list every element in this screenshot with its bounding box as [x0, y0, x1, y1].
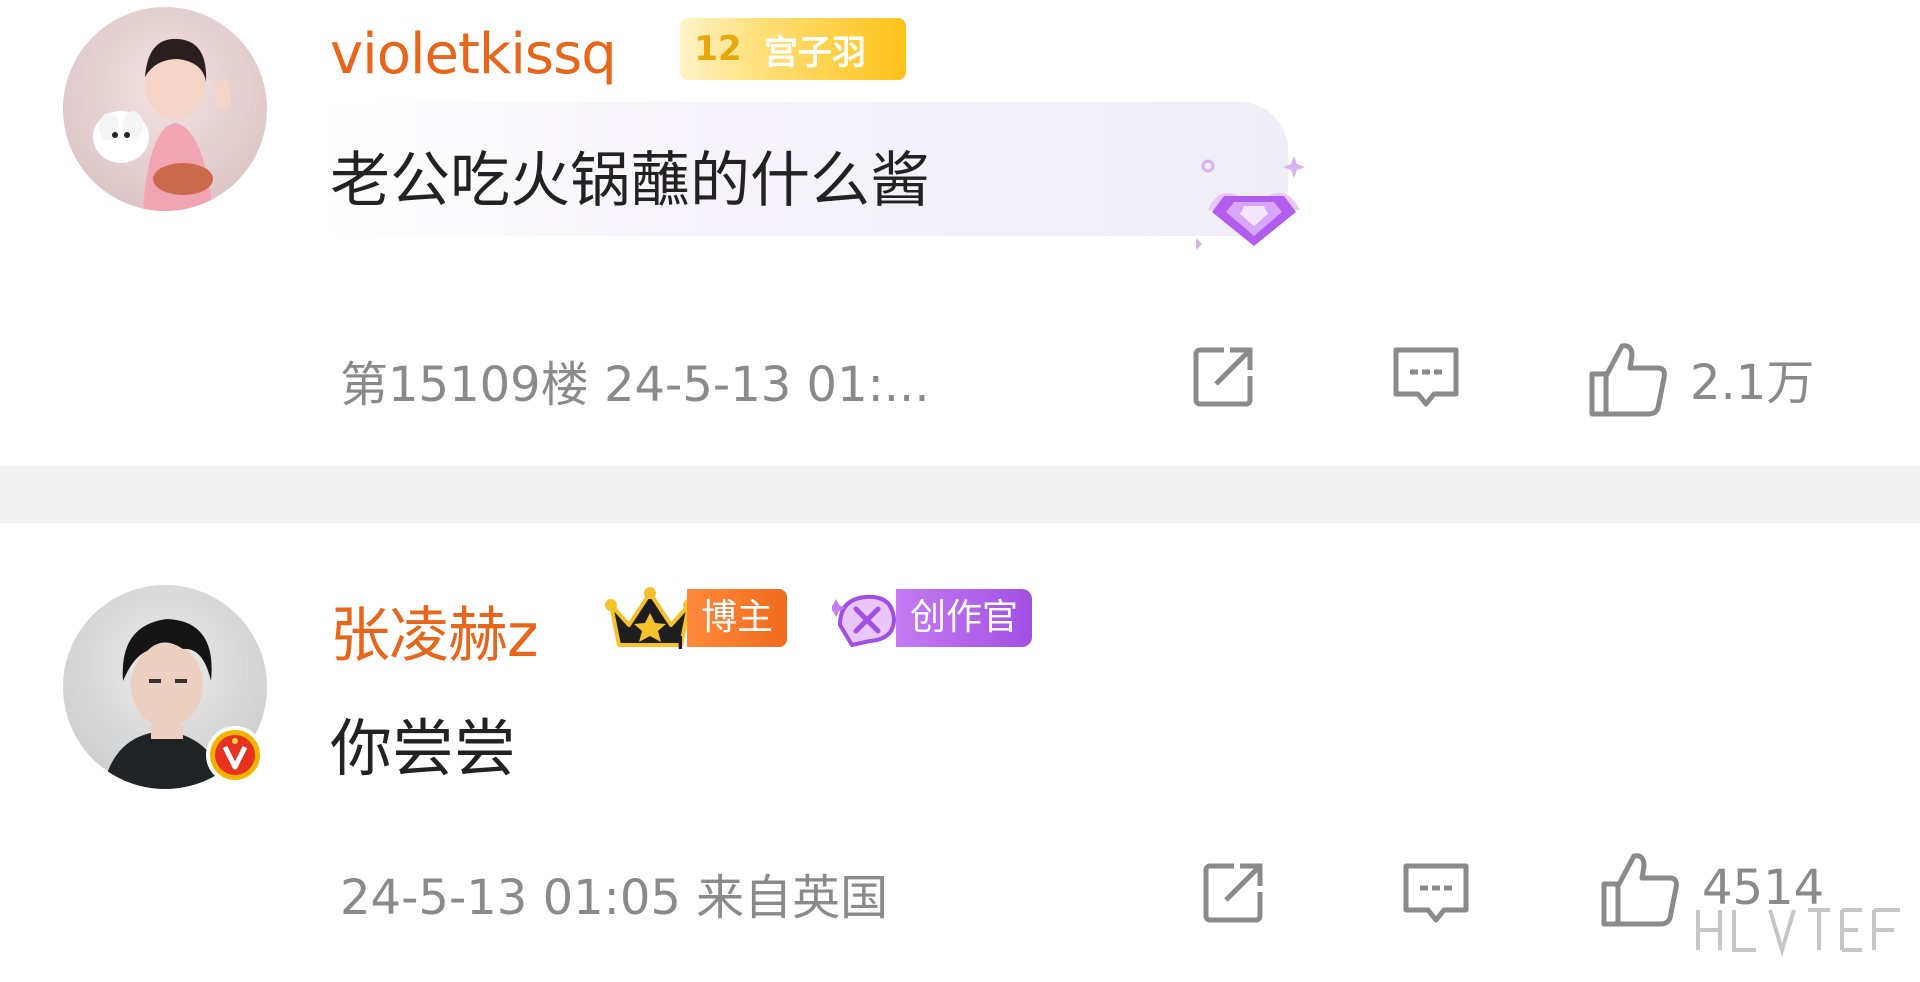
comment-text: 你尝尝: [330, 712, 517, 785]
blogger-badge[interactable]: I 博主: [605, 585, 801, 651]
like-button[interactable]: 2.1万: [1586, 336, 1814, 420]
comment-meta: 第15109楼 24-5-13 01:...: [340, 357, 930, 413]
crown-icon: I: [605, 587, 695, 651]
level-badge-label: 宫子羽: [764, 32, 866, 73]
creator-icon: [832, 594, 897, 648]
comment-text: 老公吃火锅蘸的什么酱: [330, 146, 930, 216]
thumbs-up-icon: [1589, 343, 1667, 417]
reply-button[interactable]: [1388, 340, 1464, 416]
level-number: 12: [694, 29, 742, 69]
creator-badge[interactable]: 创作官: [832, 585, 1036, 651]
comment-item: 张凌赫z I 博主 创作官 你尝尝 24-5-13 01:05 来自英国 451…: [0, 523, 1920, 982]
share-icon: [1193, 347, 1253, 407]
comment-separator: [0, 466, 1920, 523]
comment-icon: [1393, 347, 1459, 407]
level-badge[interactable]: 12 宫子羽: [680, 18, 906, 80]
share-button[interactable]: [1196, 856, 1270, 930]
comment-meta: 24-5-13 01:05 来自英国: [340, 870, 889, 926]
username[interactable]: 张凌赫z: [330, 587, 538, 674]
share-button[interactable]: [1186, 340, 1260, 414]
comment-icon: [1403, 863, 1469, 923]
svg-text:I: I: [677, 633, 684, 651]
avatar[interactable]: [63, 7, 267, 211]
blogger-badge-label: 博主: [687, 589, 788, 647]
comment-item: violetkissq 12 宫子羽 老公吃火锅蘸的什么酱 第15109楼 24…: [0, 0, 1920, 466]
watermark-logo: [1690, 900, 1912, 960]
share-icon: [1203, 863, 1263, 923]
like-count: 2.1万: [1690, 355, 1815, 411]
creator-badge-label: 创作官: [896, 589, 1033, 647]
thumbs-up-icon: [1601, 853, 1679, 927]
reply-button[interactable]: [1398, 856, 1474, 932]
verified-v-icon: [206, 726, 264, 784]
purple-gem-icon: [1188, 150, 1318, 260]
username[interactable]: violetkissq: [330, 22, 617, 87]
avatar[interactable]: [63, 585, 267, 789]
